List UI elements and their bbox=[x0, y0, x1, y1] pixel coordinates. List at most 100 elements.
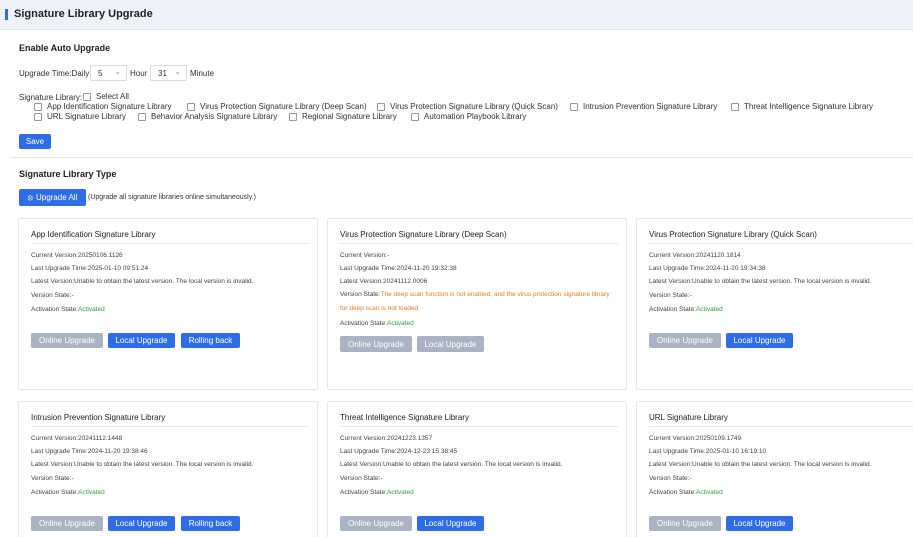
online-upgrade-button[interactable]: Online Upgrade bbox=[31, 333, 103, 348]
activation-state-field: Activation State:Activated bbox=[340, 489, 414, 496]
checkbox-box bbox=[377, 102, 385, 111]
library-checkbox-label: Automation Playbook Library bbox=[424, 112, 527, 121]
card-divider bbox=[649, 426, 913, 427]
library-checkbox[interactable]: Threat Intelligence Signature Library bbox=[731, 102, 873, 111]
auto-upgrade-title: Enable Auto Upgrade bbox=[19, 43, 111, 53]
page-title: Signature Library Upgrade bbox=[14, 8, 153, 20]
card-title: Threat Intelligence Signature Library bbox=[340, 413, 469, 422]
latest-version-field: Latest Version:Unable to obtain the late… bbox=[649, 278, 872, 285]
last-upgrade-time-field: Last Upgrade Time:2025-01-10 09:51:24 bbox=[31, 265, 149, 272]
page-header: Signature Library Upgrade bbox=[0, 0, 913, 30]
checkbox-box bbox=[570, 102, 578, 111]
card-title: Intrusion Prevention Signature Library bbox=[31, 413, 166, 422]
latest-version-field: Latest Version:20241112.0006 bbox=[340, 278, 428, 285]
library-checkbox[interactable]: App Identification Signature Library bbox=[34, 102, 172, 111]
minute-select[interactable]: 31 ⌄ bbox=[150, 65, 187, 81]
library-card: Threat Intelligence Signature Library Cu… bbox=[327, 401, 627, 537]
last-upgrade-time-field: Last Upgrade Time:2024-12-23 15:38:45 bbox=[340, 448, 458, 455]
library-type-title: Signature Library Type bbox=[19, 169, 117, 179]
library-checkbox[interactable]: URL Signature Library bbox=[34, 112, 126, 121]
online-upgrade-button[interactable]: Online Upgrade bbox=[340, 516, 412, 531]
local-upgrade-button[interactable]: Local Upgrade bbox=[726, 516, 793, 531]
version-state-field: Version State:- bbox=[649, 292, 692, 299]
library-card: Virus Protection Signature Library (Quic… bbox=[636, 218, 913, 390]
library-checkbox-label: URL Signature Library bbox=[47, 112, 126, 121]
library-checkbox[interactable]: Virus Protection Signature Library (Quic… bbox=[377, 102, 558, 111]
library-checkbox-label: App Identification Signature Library bbox=[47, 102, 172, 111]
library-checkbox[interactable]: Automation Playbook Library bbox=[411, 112, 526, 121]
activation-state-field: Activation State:Activated bbox=[340, 320, 414, 327]
version-state-field: Version State:The deep scan function is … bbox=[340, 291, 610, 312]
card-divider bbox=[31, 243, 309, 244]
card-title: App Identification Signature Library bbox=[31, 230, 156, 239]
upgrade-time-label: Upgrade Time:Daily bbox=[19, 69, 90, 78]
save-button[interactable]: Save bbox=[19, 134, 51, 149]
latest-version-field: Latest Version:Unable to obtain the late… bbox=[31, 461, 254, 468]
library-checkbox[interactable]: Intrusion Prevention Signature Library bbox=[570, 102, 717, 111]
card-divider bbox=[340, 243, 618, 244]
hour-select-value: 5 bbox=[98, 69, 103, 78]
chevron-down-icon: ⌄ bbox=[114, 67, 121, 76]
signature-library-label: Signature Library: bbox=[19, 93, 83, 102]
library-checkbox[interactable]: Regional Signature Library bbox=[289, 112, 397, 121]
activation-state-field: Activation State:Activated bbox=[31, 489, 105, 496]
library-checkbox-label: Intrusion Prevention Signature Library bbox=[583, 102, 718, 111]
card-title: URL Signature Library bbox=[649, 413, 728, 422]
checkbox-box bbox=[34, 112, 42, 121]
checkbox-box bbox=[138, 112, 146, 121]
hour-select[interactable]: 5 ⌄ bbox=[90, 65, 127, 81]
library-checkbox-label: Threat Intelligence Signature Library bbox=[744, 102, 873, 111]
rolling-back-button[interactable]: Rolling back bbox=[181, 516, 240, 531]
version-state-field: Version State:- bbox=[340, 475, 383, 482]
checkbox-box bbox=[731, 102, 739, 111]
chevron-down-icon: ⌄ bbox=[174, 67, 181, 76]
local-upgrade-button[interactable]: Local Upgrade bbox=[108, 333, 175, 348]
library-card: App Identification Signature Library Cur… bbox=[18, 218, 318, 390]
current-version-field: Current Version:20241120.1814 bbox=[649, 252, 741, 259]
library-card: Intrusion Prevention Signature Library C… bbox=[18, 401, 318, 537]
title-accent-bar bbox=[5, 9, 8, 20]
library-checkbox-label: Behavior Analysis Signature Library bbox=[151, 112, 278, 121]
local-upgrade-button[interactable]: Local Upgrade bbox=[108, 516, 175, 531]
card-divider bbox=[649, 243, 913, 244]
library-checkbox[interactable]: Virus Protection Signature Library (Deep… bbox=[187, 102, 367, 111]
main-panel: Enable Auto Upgrade Upgrade Time:Daily 5… bbox=[0, 30, 913, 537]
local-upgrade-button[interactable]: Local Upgrade bbox=[726, 333, 793, 348]
rolling-back-button[interactable]: Rolling back bbox=[181, 333, 240, 348]
online-upgrade-button[interactable]: Online Upgrade bbox=[649, 516, 721, 531]
version-state-field: Version State:- bbox=[649, 475, 692, 482]
activation-state-field: Activation State:Activated bbox=[649, 306, 723, 313]
online-upgrade-button[interactable]: Online Upgrade bbox=[31, 516, 103, 531]
upgrade-all-button[interactable]: ⦻ Upgrade All bbox=[19, 189, 86, 206]
activation-state-field: Activation State:Activated bbox=[31, 306, 105, 313]
library-checkbox-label: Regional Signature Library bbox=[302, 112, 397, 121]
card-divider bbox=[340, 426, 618, 427]
upgrade-icon: ⦻ bbox=[27, 192, 33, 202]
library-checkbox[interactable]: Behavior Analysis Signature Library bbox=[138, 112, 277, 121]
last-upgrade-time-field: Last Upgrade Time:2024-11-20 19:34:38 bbox=[649, 265, 766, 272]
current-version-field: Current Version:- bbox=[340, 252, 390, 259]
current-version-field: Current Version:20250106.1126 bbox=[31, 252, 123, 259]
latest-version-field: Latest Version:Unable to obtain the late… bbox=[31, 278, 254, 285]
select-all-checkbox[interactable]: Select All bbox=[83, 92, 129, 101]
minute-select-value: 31 bbox=[158, 69, 167, 78]
version-state-field: Version State:- bbox=[31, 475, 74, 482]
upgrade-all-label: Upgrade All bbox=[35, 193, 78, 202]
online-upgrade-button[interactable]: Online Upgrade bbox=[649, 333, 721, 348]
current-version-field: Current Version:20241223.1357 bbox=[340, 435, 433, 442]
version-state-field: Version State:- bbox=[31, 292, 74, 299]
current-version-field: Current Version:20241112.1448 bbox=[31, 435, 123, 442]
minute-label: Minute bbox=[190, 69, 215, 78]
section-divider bbox=[11, 157, 913, 158]
last-upgrade-time-field: Last Upgrade Time:2024-11-20 19:38:46 bbox=[31, 448, 148, 455]
card-title: Virus Protection Signature Library (Quic… bbox=[649, 230, 817, 239]
local-upgrade-button[interactable]: Local Upgrade bbox=[417, 516, 484, 531]
library-checkbox-label: Virus Protection Signature Library (Quic… bbox=[390, 102, 558, 111]
local-upgrade-button[interactable]: Local Upgrade bbox=[417, 336, 484, 352]
current-version-field: Current Version:20250109.1749 bbox=[649, 435, 742, 442]
latest-version-field: Latest Version:Unable to obtain the late… bbox=[649, 461, 872, 468]
library-card: Virus Protection Signature Library (Deep… bbox=[327, 218, 627, 390]
library-checkbox-label: Virus Protection Signature Library (Deep… bbox=[200, 102, 367, 111]
select-all-label: Select All bbox=[96, 92, 129, 101]
online-upgrade-button[interactable]: Online Upgrade bbox=[340, 336, 412, 352]
